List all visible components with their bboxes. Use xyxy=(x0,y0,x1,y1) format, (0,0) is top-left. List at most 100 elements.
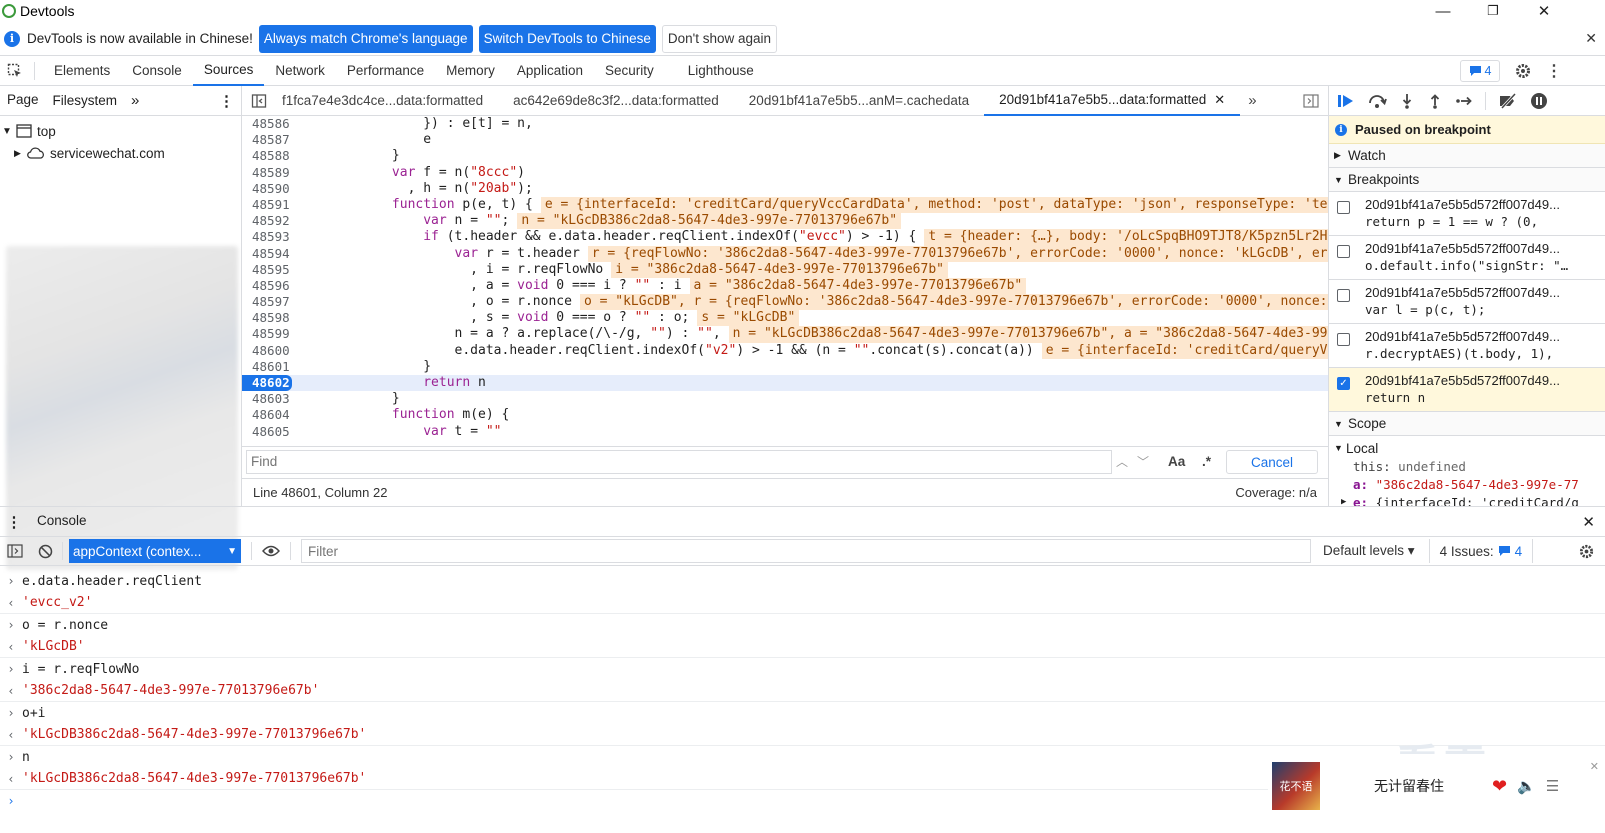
tab-memory[interactable]: Memory xyxy=(435,56,506,86)
line-number[interactable]: 48605 xyxy=(242,424,292,440)
toggle-debugger-icon[interactable] xyxy=(1302,93,1320,109)
settings-gear-icon[interactable] xyxy=(1512,60,1534,82)
inspect-element-icon[interactable] xyxy=(0,56,30,86)
line-number[interactable]: 48597 xyxy=(242,294,292,310)
player-close-icon[interactable]: ✕ xyxy=(1590,760,1599,773)
step-icon[interactable] xyxy=(1455,93,1473,109)
line-number[interactable]: 48593 xyxy=(242,229,292,245)
clear-console-icon[interactable] xyxy=(32,544,58,559)
breakpoint-checkbox[interactable] xyxy=(1337,245,1350,258)
tab-elements[interactable]: Elements xyxy=(43,56,121,86)
pause-on-exceptions-icon[interactable] xyxy=(1530,92,1548,110)
line-number[interactable]: 48604 xyxy=(242,407,292,423)
scope-section-header[interactable]: ▼ Scope xyxy=(1329,412,1605,436)
console-filter-input[interactable] xyxy=(301,539,1311,563)
live-expression-eye-icon[interactable] xyxy=(256,545,286,557)
tab-sources[interactable]: Sources xyxy=(192,56,265,86)
breakpoint-item[interactable]: 20d91bf41a7e5b5d572ff007d49... var l = p(… xyxy=(1329,280,1605,324)
toggle-navigator-icon[interactable] xyxy=(242,86,276,116)
scope-var-e[interactable]: ▶ e: {interfaceId: 'creditCard/q xyxy=(1329,493,1605,507)
find-cancel-button[interactable]: Cancel xyxy=(1226,450,1318,474)
console-issues-button[interactable]: 4 Issues: 4 xyxy=(1428,539,1534,563)
console-settings-gear-icon[interactable] xyxy=(1577,542,1595,560)
resume-icon[interactable] xyxy=(1337,93,1355,109)
line-number[interactable]: 48596 xyxy=(242,278,292,294)
more-vertical-icon[interactable]: ⋮ xyxy=(1545,60,1563,82)
restore-button[interactable]: ❐ xyxy=(1470,0,1516,22)
breakpoint-item[interactable]: ✓ 20d91bf41a7e5b5d572ff007d49... return n xyxy=(1329,368,1605,412)
line-number[interactable]: 48590 xyxy=(242,181,292,197)
dont-show-again-button[interactable]: Don't show again xyxy=(661,24,778,53)
breakpoints-section-header[interactable]: ▼ Breakpoints xyxy=(1329,168,1605,192)
navigator-menu-icon[interactable]: ⋮ xyxy=(212,92,241,110)
line-number[interactable]: 48601 xyxy=(242,359,292,375)
find-next-icon[interactable]: ﹀ xyxy=(1137,453,1149,470)
volume-icon[interactable]: 🔈 xyxy=(1517,777,1536,795)
line-number[interactable]: 48595 xyxy=(242,262,292,278)
infobar-close-icon[interactable]: ✕ xyxy=(1585,30,1597,47)
line-number[interactable]: 48586 xyxy=(242,116,292,132)
tab-application[interactable]: Application xyxy=(506,56,594,86)
log-levels-dropdown[interactable]: Default levels ▾ xyxy=(1323,543,1415,559)
playlist-icon[interactable]: ☰ xyxy=(1546,777,1559,795)
tab-network[interactable]: Network xyxy=(264,56,336,86)
console-sidebar-icon[interactable] xyxy=(2,544,28,558)
tab-performance[interactable]: Performance xyxy=(336,56,435,86)
find-prev-icon[interactable]: ︿ xyxy=(1116,453,1128,470)
tabs-overflow-chevron-icon[interactable]: » xyxy=(1240,92,1256,109)
match-language-button[interactable]: Always match Chrome's language xyxy=(258,24,473,53)
step-into-icon[interactable] xyxy=(1399,93,1415,109)
album-cover[interactable]: 花不语 xyxy=(1272,762,1320,810)
file-tab-3[interactable]: 20d91bf41a7e5b5...anM=.cachedata xyxy=(734,86,984,116)
match-case-button[interactable]: Aa xyxy=(1168,454,1185,469)
breakpoint-checkbox[interactable] xyxy=(1337,201,1350,214)
drawer-menu-icon[interactable]: ⋮ xyxy=(0,513,28,531)
line-number[interactable]: 48591 xyxy=(242,197,292,213)
minimize-button[interactable]: — xyxy=(1420,0,1466,22)
code-line-current: 48602 return n xyxy=(242,375,1328,392)
step-out-icon[interactable] xyxy=(1427,93,1443,109)
line-number[interactable]: 48602 xyxy=(242,375,292,392)
find-input[interactable] xyxy=(246,449,1112,474)
tab-lighthouse[interactable]: Lighthouse xyxy=(677,56,765,86)
file-tab-2[interactable]: ac642e69de8c3f2...data:formatted xyxy=(498,86,734,116)
tree-node-top[interactable]: ▼ top xyxy=(0,120,241,142)
close-tab-icon[interactable]: ✕ xyxy=(1214,92,1225,108)
breakpoint-checkbox[interactable]: ✓ xyxy=(1337,377,1350,390)
tab-console[interactable]: Console xyxy=(121,56,193,86)
context-selector[interactable]: appContext (contex... ▼ xyxy=(69,539,241,563)
drawer-tab-console[interactable]: Console xyxy=(28,507,96,537)
scope-local-header[interactable]: ▼ Local xyxy=(1329,439,1605,457)
line-number[interactable]: 48603 xyxy=(242,391,292,407)
line-number[interactable]: 48588 xyxy=(242,148,292,164)
breakpoint-item[interactable]: 20d91bf41a7e5b5d572ff007d49... o.default.… xyxy=(1329,236,1605,280)
tab-security[interactable]: Security xyxy=(594,56,665,86)
heart-icon[interactable]: ❤ xyxy=(1492,776,1507,797)
drawer-close-icon[interactable]: ✕ xyxy=(1582,513,1595,531)
tree-node-domain[interactable]: ▶ servicewechat.com xyxy=(0,142,241,164)
breakpoint-checkbox[interactable] xyxy=(1337,333,1350,346)
line-number[interactable]: 48594 xyxy=(242,246,292,262)
line-number[interactable]: 48599 xyxy=(242,326,292,342)
step-over-icon[interactable] xyxy=(1367,93,1387,109)
regex-button[interactable]: .* xyxy=(1202,454,1211,469)
line-number[interactable]: 48592 xyxy=(242,213,292,229)
window-close-button[interactable]: ✕ xyxy=(1521,0,1567,22)
line-number[interactable]: 48600 xyxy=(242,343,292,359)
switch-chinese-button[interactable]: Switch DevTools to Chinese xyxy=(478,24,656,53)
issues-badge[interactable]: 4 xyxy=(1460,60,1500,82)
breakpoint-checkbox[interactable] xyxy=(1337,289,1350,302)
line-number[interactable]: 48587 xyxy=(242,132,292,148)
deactivate-breakpoints-icon[interactable] xyxy=(1498,92,1518,109)
line-number[interactable]: 48589 xyxy=(242,165,292,181)
tab-page[interactable]: Page xyxy=(0,92,46,109)
navigator-more-chevron-icon[interactable]: » xyxy=(124,92,146,109)
code-view[interactable]: 48586 }) : e[t] = n, 48587 e 48588 } 48589 … xyxy=(242,116,1328,444)
breakpoint-item[interactable]: 20d91bf41a7e5b5d572ff007d49... r.decryptA… xyxy=(1329,324,1605,368)
breakpoint-item[interactable]: 20d91bf41a7e5b5d572ff007d49... return p =… xyxy=(1329,192,1605,236)
file-tab-4-active[interactable]: 20d91bf41a7e5b5...data:formatted ✕ xyxy=(984,86,1241,116)
tab-filesystem[interactable]: Filesystem xyxy=(46,93,125,108)
watch-section-header[interactable]: ▶ Watch xyxy=(1329,144,1605,168)
file-tab-1[interactable]: f1fca7e4e3dc4ce...data:formatted xyxy=(276,86,498,116)
line-number[interactable]: 48598 xyxy=(242,310,292,326)
